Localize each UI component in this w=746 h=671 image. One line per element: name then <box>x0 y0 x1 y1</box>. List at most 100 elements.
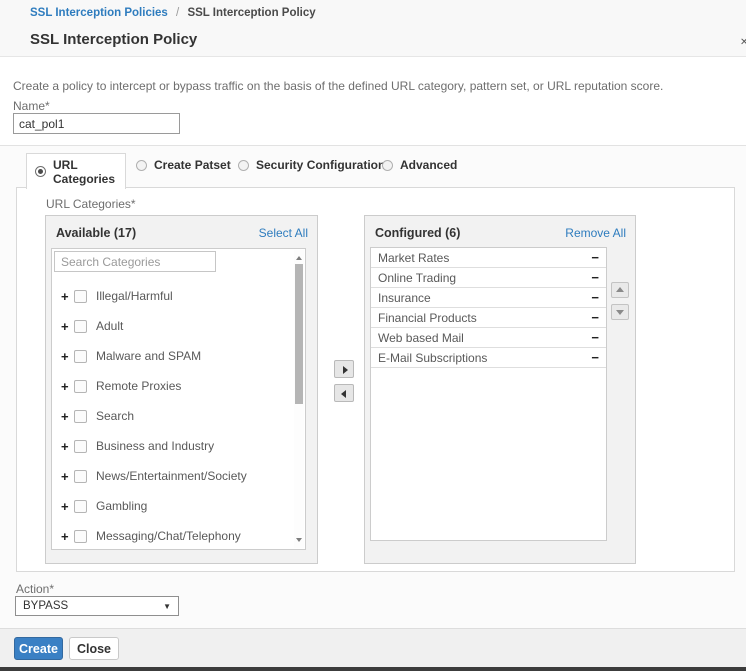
category-label: Remote Proxies <box>96 379 182 393</box>
move-down-button[interactable] <box>611 304 629 320</box>
configured-row: Insurance − <box>371 288 606 308</box>
move-right-button[interactable] <box>334 360 354 378</box>
expand-icon[interactable]: + <box>61 319 74 334</box>
window-bottom-edge <box>0 667 746 671</box>
tab-label: Create Patset <box>154 158 231 172</box>
create-button[interactable]: Create <box>14 637 63 660</box>
page-header: SSL Interception Policies / SSL Intercep… <box>0 0 746 57</box>
tab-advanced[interactable]: Advanced <box>382 158 457 172</box>
configured-label: Insurance <box>378 290 431 305</box>
remove-icon[interactable]: − <box>591 331 599 344</box>
expand-icon[interactable]: + <box>61 499 74 514</box>
tab-create-patset[interactable]: Create Patset <box>136 158 231 172</box>
category-label: Gambling <box>96 499 148 513</box>
close-button[interactable]: Close <box>69 637 119 660</box>
remove-icon[interactable]: − <box>591 271 599 284</box>
expand-icon[interactable]: + <box>61 289 74 304</box>
move-left-button[interactable] <box>334 384 354 402</box>
action-selected-value: BYPASS <box>23 600 69 612</box>
configured-label: Market Rates <box>378 250 450 265</box>
category-checkbox[interactable] <box>74 319 87 333</box>
name-field-label: Name* <box>13 99 50 113</box>
configured-list: Market Rates − Online Trading − Insuranc… <box>370 247 607 541</box>
configured-row: Online Trading − <box>371 268 606 288</box>
chevron-down-icon: ▼ <box>163 601 171 611</box>
category-row: + Illegal/Harmful <box>52 281 293 311</box>
scroll-up-icon[interactable] <box>295 254 303 262</box>
breadcrumb-parent-link[interactable]: SSL Interception Policies <box>30 7 168 19</box>
category-row: + Adult <box>52 311 293 341</box>
category-label: Adult <box>96 319 124 333</box>
remove-icon[interactable]: − <box>591 291 599 304</box>
name-input[interactable] <box>13 113 180 134</box>
configured-categories-box: Configured (6) Remove All Market Rates −… <box>364 215 636 564</box>
category-checkbox[interactable] <box>74 349 87 363</box>
category-checkbox[interactable] <box>74 469 87 483</box>
tab-label: Security Configuration <box>256 158 386 172</box>
tab-label: URL Categories <box>53 157 116 186</box>
configured-label: Web based Mail <box>378 330 464 345</box>
category-label: Search <box>96 409 135 423</box>
action-field-label: Action* <box>16 582 55 596</box>
configured-header: Configured (6) Remove All <box>375 226 626 240</box>
category-label: Illegal/Harmful <box>96 289 173 303</box>
expand-icon[interactable]: + <box>61 349 74 364</box>
category-checkbox[interactable] <box>74 439 87 453</box>
category-label: Malware and SPAM <box>96 349 202 363</box>
search-input[interactable] <box>54 251 216 272</box>
category-row: + Business and Industry <box>52 431 293 461</box>
breadcrumb-separator: / <box>176 7 180 19</box>
configured-row: E-Mail Subscriptions − <box>371 348 606 368</box>
configured-label: Financial Products <box>378 310 477 325</box>
select-all-link[interactable]: Select All <box>259 226 308 240</box>
remove-icon[interactable]: − <box>591 311 599 324</box>
scroll-down-icon[interactable] <box>295 536 303 544</box>
tab-section: URL Categories Create Patset Security Co… <box>0 145 746 628</box>
remove-all-link[interactable]: Remove All <box>565 226 626 240</box>
category-checkbox[interactable] <box>74 499 87 513</box>
breadcrumb-current: SSL Interception Policy <box>187 7 316 19</box>
expand-icon[interactable]: + <box>61 409 74 424</box>
category-row: + Malware and SPAM <box>52 341 293 371</box>
move-up-button[interactable] <box>611 282 629 298</box>
category-label: News/Entertainment/Society <box>96 469 247 483</box>
radio-unselected-icon[interactable] <box>238 159 249 171</box>
configured-label: Online Trading <box>378 270 457 285</box>
radio-unselected-icon[interactable] <box>136 159 147 171</box>
close-icon[interactable]: ✕ <box>740 38 746 48</box>
action-select[interactable]: BYPASS ▼ <box>15 596 179 616</box>
available-title: Available (17) <box>56 226 137 240</box>
expand-icon[interactable]: + <box>61 379 74 394</box>
available-categories-box: Available (17) Select All + Illegal/Harm… <box>45 215 318 564</box>
configured-row: Market Rates − <box>371 248 606 268</box>
configured-row: Financial Products − <box>371 308 606 328</box>
available-list: + Illegal/Harmful + Adult + Malwa <box>51 248 306 550</box>
category-checkbox[interactable] <box>74 529 87 543</box>
remove-icon[interactable]: − <box>591 251 599 264</box>
expand-icon[interactable]: + <box>61 439 74 454</box>
configured-row: Web based Mail − <box>371 328 606 348</box>
category-row: + Gambling <box>52 491 293 521</box>
scrollbar-thumb[interactable] <box>295 264 303 404</box>
category-checkbox[interactable] <box>74 379 87 393</box>
footer-bar: Create Close <box>0 628 746 667</box>
radio-unselected-icon[interactable] <box>382 159 393 171</box>
tab-label: Advanced <box>400 158 458 172</box>
url-categories-label: URL Categories* <box>46 197 136 211</box>
policy-description-text: Create a policy to intercept or bypass t… <box>13 79 664 93</box>
available-scrollbar[interactable] <box>294 250 304 548</box>
tab-security-configuration[interactable]: Security Configuration <box>238 158 385 172</box>
breadcrumb: SSL Interception Policies / SSL Intercep… <box>30 7 316 19</box>
expand-icon[interactable]: + <box>61 469 74 484</box>
remove-icon[interactable]: − <box>591 351 599 364</box>
category-checkbox[interactable] <box>74 289 87 303</box>
category-label: Business and Industry <box>96 439 215 453</box>
tab-url-categories[interactable]: URL Categories <box>26 153 126 189</box>
configured-label: E-Mail Subscriptions <box>378 350 488 365</box>
configured-title: Configured (6) <box>375 226 461 240</box>
category-checkbox[interactable] <box>74 409 87 423</box>
category-row: + Remote Proxies <box>52 371 293 401</box>
expand-icon[interactable]: + <box>61 529 74 544</box>
category-row: + Messaging/Chat/Telephony <box>52 521 293 551</box>
radio-selected-icon[interactable] <box>35 166 46 177</box>
